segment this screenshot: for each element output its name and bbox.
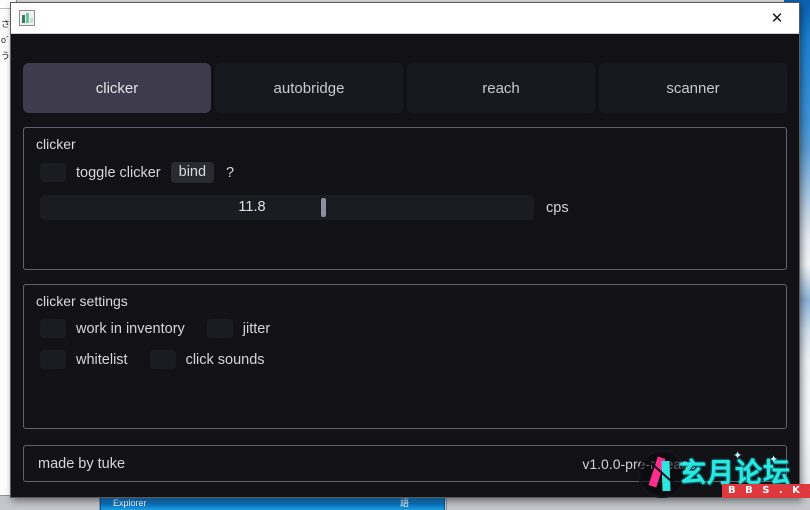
tab-clicker-label: clicker [95, 79, 139, 97]
title-bar[interactable]: ✕ [11, 3, 799, 34]
screen: さ)| o´ う) Explorer 語 ✕ clicker autobridg… [0, 0, 810, 510]
app-chart-icon [19, 10, 35, 26]
whitelist-checkbox[interactable] [40, 350, 66, 369]
tab-reach[interactable]: reach [407, 63, 595, 113]
taskbar-item-explorer[interactable]: Explorer [100, 496, 445, 510]
cps-slider-row: 11.8 cps [40, 195, 774, 220]
tab-scanner[interactable]: scanner [599, 63, 787, 113]
toggle-clicker-checkbox[interactable] [40, 163, 66, 182]
toggle-clicker-row: toggle clicker bind ? [40, 162, 774, 183]
tab-clicker[interactable]: clicker [23, 63, 211, 113]
work-in-inventory-checkbox[interactable] [40, 319, 66, 338]
jitter-checkbox[interactable] [206, 319, 233, 338]
clicker-group-title: clicker [36, 136, 76, 152]
tab-reach-label: reach [482, 79, 520, 97]
help-icon[interactable]: ? [226, 165, 234, 181]
tab-autobridge-label: autobridge [273, 79, 345, 97]
bind-button[interactable]: bind [170, 162, 215, 183]
tab-bar: clicker autobridge reach scanner [23, 63, 787, 113]
whitelist-label: whitelist [76, 351, 128, 368]
cps-slider[interactable]: 11.8 [40, 195, 534, 220]
version-label: v1.0.0-pre-release [582, 455, 696, 472]
footer-bar: made by tuke v1.0.0-pre-release [23, 445, 787, 482]
taskbar-item-glyph: 語 [400, 498, 410, 508]
cps-slider-value: 11.8 [238, 199, 266, 215]
cps-unit-label: cps [546, 199, 569, 216]
tab-autobridge[interactable]: autobridge [215, 63, 403, 113]
close-icon[interactable]: ✕ [755, 4, 799, 33]
settings-row-2: whitelist click sounds [40, 350, 774, 369]
clicker-settings-group: clicker settings work in inventory jitte… [23, 284, 787, 429]
jitter-label: jitter [242, 320, 271, 337]
credit-label: made by tuke [38, 455, 126, 472]
click-sounds-checkbox[interactable] [149, 350, 176, 369]
tab-scanner-label: scanner [666, 79, 720, 97]
app-body: clicker autobridge reach scanner clicker… [11, 34, 799, 497]
click-sounds-label: click sounds [185, 351, 265, 368]
clicker-group: clicker toggle clicker bind ? 11.8 cps [23, 127, 787, 270]
app-window: ✕ clicker autobridge reach scanner click… [10, 2, 800, 498]
cps-slider-handle[interactable] [321, 198, 326, 217]
settings-row-1: work in inventory jitter [40, 319, 774, 338]
toggle-clicker-label: toggle clicker [76, 164, 161, 181]
work-in-inventory-label: work in inventory [76, 320, 185, 337]
clicker-settings-title: clicker settings [36, 293, 128, 309]
